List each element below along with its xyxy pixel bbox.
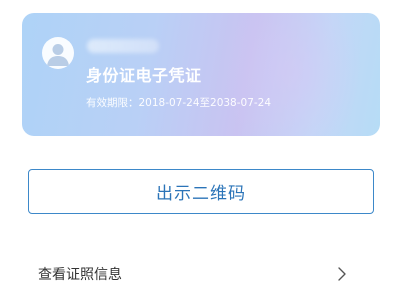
view-license-info-row[interactable]: 查看证照信息 <box>0 252 400 298</box>
user-avatar-icon <box>42 37 74 69</box>
masked-user-name <box>87 39 159 53</box>
chevron-right-icon <box>337 266 347 282</box>
card-glow-decoration <box>222 13 362 136</box>
validity-period: 有效期限：2018-07-24至2038-07-24 <box>86 97 272 109</box>
show-qr-code-label: 出示二维码 <box>156 184 246 204</box>
card-title: 身份证电子凭证 <box>86 66 202 85</box>
view-license-info-label: 查看证照信息 <box>38 267 122 283</box>
show-qr-code-button[interactable]: 出示二维码 <box>28 169 374 214</box>
id-card[interactable]: 身份证电子凭证 有效期限：2018-07-24至2038-07-24 <box>22 13 380 136</box>
